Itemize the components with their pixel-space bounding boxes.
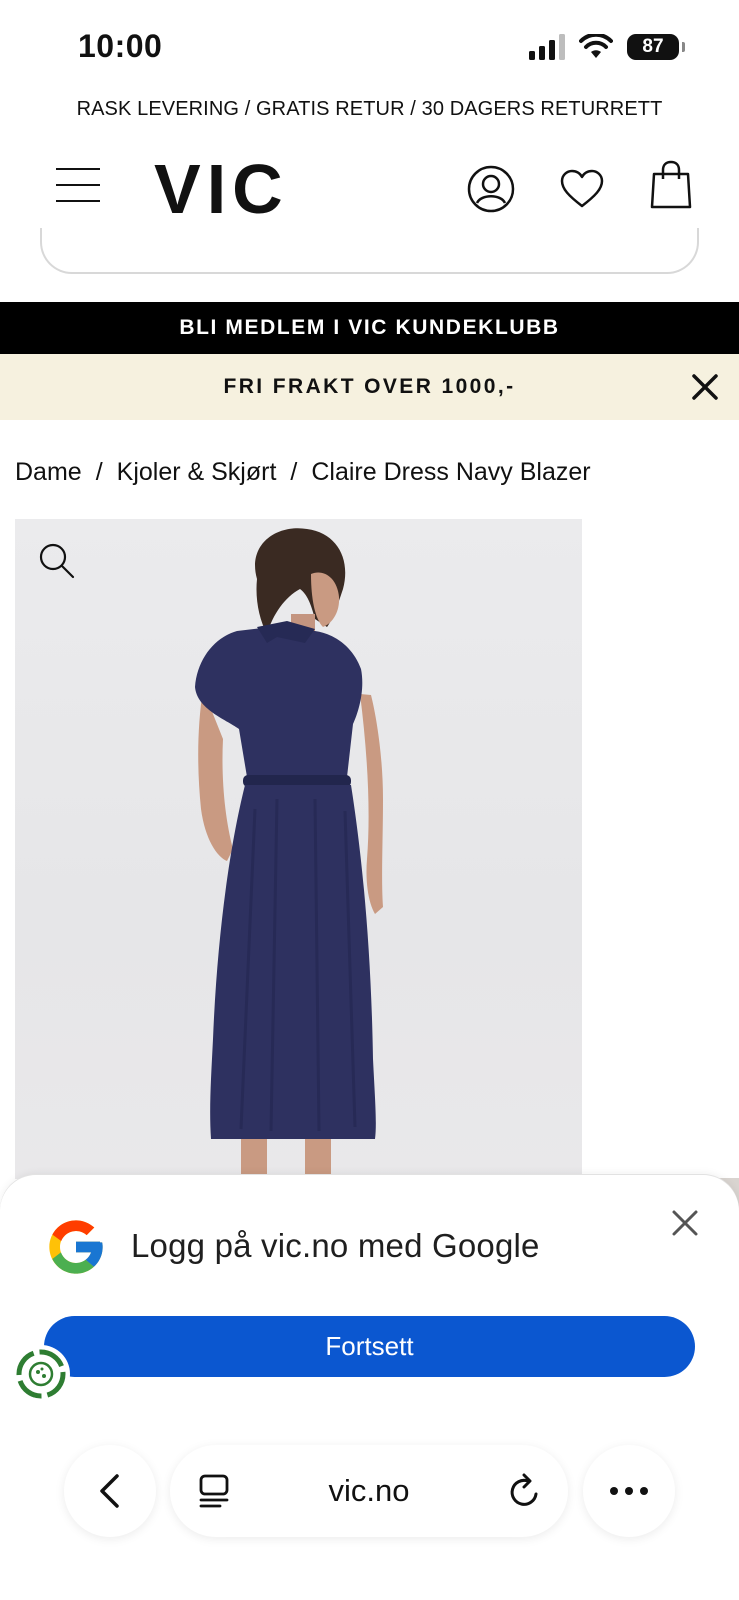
battery-icon: 87: [627, 34, 685, 60]
breadcrumb-item-current: Claire Dress Navy Blazer: [311, 458, 591, 486]
more-options-button[interactable]: [583, 1445, 675, 1537]
status-time: 10:00: [78, 28, 163, 64]
wishlist-heart-icon[interactable]: [559, 168, 605, 210]
breadcrumb: Dame / Kjoler & Skjørt / Claire Dress Na…: [15, 458, 591, 487]
breadcrumb-separator: /: [95, 458, 103, 486]
free-shipping-banner: FRI FRAKT OVER 1000,-: [0, 354, 739, 420]
google-signin-title: Logg på vic.no med Google: [131, 1227, 540, 1264]
shopping-bag-icon[interactable]: [650, 160, 692, 210]
member-club-banner[interactable]: BLI MEDLEM I VIC KUNDEKLUBB: [0, 302, 739, 354]
status-icons: 87: [529, 34, 685, 60]
site-header: VIC: [0, 150, 739, 230]
account-icon[interactable]: [466, 164, 516, 214]
menu-icon[interactable]: [56, 168, 100, 202]
reload-icon[interactable]: [508, 1473, 542, 1509]
battery-level: 87: [642, 36, 664, 57]
signal-icon: [529, 34, 565, 60]
breadcrumb-item-dame[interactable]: Dame: [15, 458, 82, 487]
google-logo-icon: [49, 1220, 103, 1274]
chevron-left-icon: [100, 1474, 119, 1508]
url-text: vic.no: [328, 1473, 410, 1508]
breadcrumb-separator: /: [290, 458, 298, 486]
vic-logo[interactable]: VIC: [154, 154, 289, 224]
zoom-search-icon[interactable]: [37, 541, 77, 581]
product-image[interactable]: [15, 519, 582, 1179]
address-bar[interactable]: vic.no: [170, 1445, 568, 1537]
close-icon[interactable]: [667, 1205, 703, 1241]
shipping-info-banner: RASK LEVERING / GRATIS RETUR / 30 DAGERS…: [76, 98, 663, 120]
breadcrumb-item-kjoler[interactable]: Kjoler & Skjørt: [117, 458, 277, 487]
product-photo-dress: [195, 528, 383, 1179]
tabs-icon: [199, 1474, 229, 1508]
status-bar: 10:00 87: [0, 0, 739, 92]
wifi-icon: [579, 34, 613, 58]
free-shipping-text: FRI FRAKT OVER 1000,-: [223, 375, 516, 398]
eco-badge-icon[interactable]: [12, 1345, 70, 1403]
back-button[interactable]: [64, 1445, 156, 1537]
recycle-icon: [16, 1349, 66, 1399]
continue-button[interactable]: Fortsett: [44, 1316, 695, 1377]
ellipsis-icon: [610, 1487, 648, 1495]
close-icon[interactable]: [689, 371, 721, 403]
search-bar[interactable]: [40, 228, 699, 274]
